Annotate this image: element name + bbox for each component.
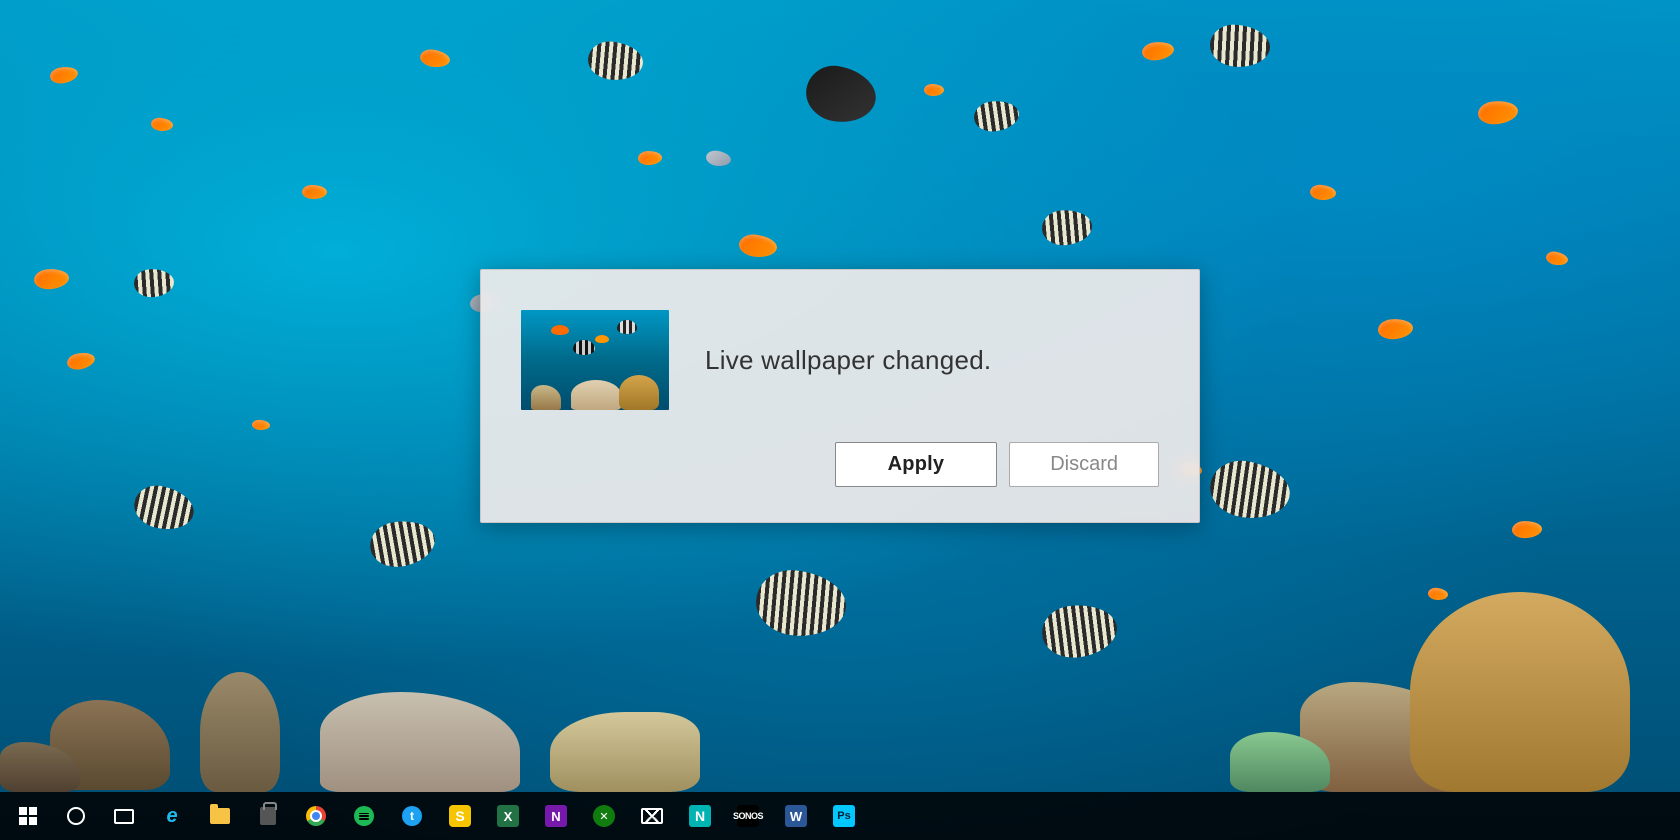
- taskbar-sway-button[interactable]: S: [436, 792, 484, 840]
- taskbar-onenote-button[interactable]: N: [532, 792, 580, 840]
- edge-icon: e: [166, 805, 177, 828]
- store-bag-icon: [260, 807, 276, 825]
- wallpaper-thumbnail: [521, 310, 669, 410]
- dialog-buttons-area: Apply Discard: [521, 442, 1159, 487]
- dialog-message-text: Live wallpaper changed.: [705, 345, 991, 376]
- sonos-icon: SONOS: [737, 805, 759, 827]
- xbox-icon: ✕: [593, 805, 615, 827]
- taskbar-chrome-button[interactable]: [292, 792, 340, 840]
- taskbar-xbox-button[interactable]: ✕: [580, 792, 628, 840]
- twitter-icon: t: [402, 806, 422, 826]
- taskbar-photoshop-button[interactable]: Ps: [820, 792, 868, 840]
- photoshop-icon: Ps: [833, 805, 855, 827]
- wallpaper-changed-dialog: Live wallpaper changed. Apply Discard: [480, 269, 1200, 523]
- taskbar-sonos-button[interactable]: SONOS: [724, 792, 772, 840]
- cortana-icon: [67, 807, 85, 825]
- word-icon: W: [785, 805, 807, 827]
- taskbar-taskview-button[interactable]: [100, 792, 148, 840]
- spotify-bars: [359, 813, 369, 820]
- taskbar-word-button[interactable]: W: [772, 792, 820, 840]
- dialog-content-area: Live wallpaper changed.: [521, 310, 1159, 410]
- taskbar-excel-button[interactable]: X: [484, 792, 532, 840]
- sway-icon: S: [449, 805, 471, 827]
- windows-logo-icon: [19, 807, 37, 825]
- chrome-icon: [306, 806, 326, 826]
- taskbar-start-button[interactable]: [4, 792, 52, 840]
- taskbar-explorer-button[interactable]: [196, 792, 244, 840]
- mail-icon: [641, 808, 663, 824]
- folder-icon: [210, 808, 230, 824]
- excel-icon: X: [497, 805, 519, 827]
- onenote-icon: N: [545, 805, 567, 827]
- taskbar-twitter-button[interactable]: t: [388, 792, 436, 840]
- taskbar-mail-button[interactable]: [628, 792, 676, 840]
- dialog-overlay: Live wallpaper changed. Apply Discard: [0, 0, 1680, 840]
- discard-button[interactable]: Discard: [1009, 442, 1159, 487]
- taskbar-cortana-button[interactable]: [52, 792, 100, 840]
- taskbar-edge-button[interactable]: e: [148, 792, 196, 840]
- taskview-icon: [114, 809, 134, 824]
- taskbar-spotify-button[interactable]: [340, 792, 388, 840]
- taskbar-notepad-button[interactable]: N: [676, 792, 724, 840]
- apply-button[interactable]: Apply: [835, 442, 998, 487]
- spotify-icon: [354, 806, 374, 826]
- taskbar: e t S X N ✕ N: [0, 792, 1680, 840]
- notepad-n-icon: N: [689, 805, 711, 827]
- taskbar-store-button[interactable]: [244, 792, 292, 840]
